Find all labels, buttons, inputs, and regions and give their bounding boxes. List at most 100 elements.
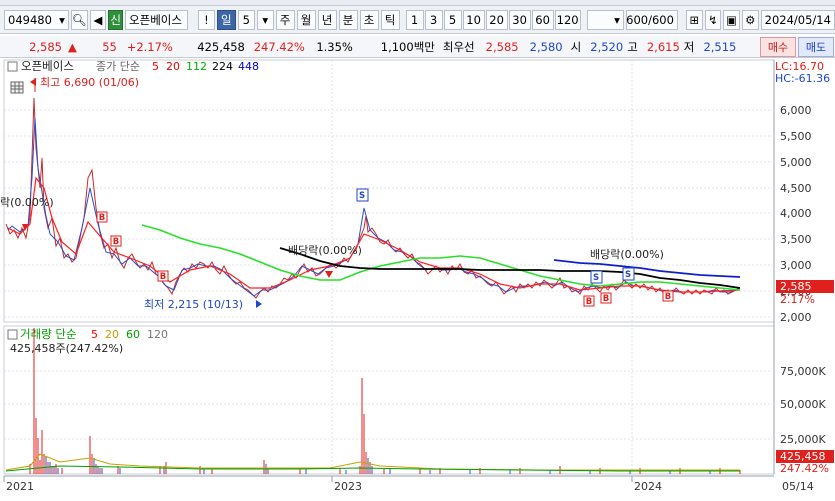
chevron-down-icon[interactable]: ▾ bbox=[59, 13, 65, 27]
turnover: 1.35% bbox=[316, 39, 353, 54]
buy-signal-marker-glyph: B bbox=[160, 272, 166, 282]
vol-ma20-label: 20 bbox=[105, 328, 119, 341]
save-icon[interactable]: ▣ bbox=[723, 9, 740, 30]
interval-button[interactable]: 30 bbox=[508, 9, 531, 30]
current-price-tag: 2,585 bbox=[780, 280, 812, 293]
buy-button[interactable]: 매수 bbox=[760, 37, 796, 57]
volume-panel-title: 거래량 단순 bbox=[20, 327, 77, 341]
volume-ratio: 247.42% bbox=[253, 39, 305, 54]
x-tick: 2023 bbox=[334, 480, 362, 493]
prefer-label: 최우선 bbox=[442, 39, 475, 54]
y-tick: 3,000 bbox=[780, 259, 812, 272]
count-field[interactable]: 600/600 bbox=[625, 9, 678, 30]
open-price: 2,520 bbox=[590, 39, 624, 54]
up-arrow-icon: ▲ bbox=[68, 39, 77, 54]
buy-signal-marker-glyph: B bbox=[99, 213, 105, 223]
y-tick: 6,000 bbox=[780, 104, 812, 117]
y-tick: 5,500 bbox=[780, 130, 812, 143]
grid-table-icon[interactable] bbox=[10, 81, 24, 94]
dividend-annotation-left: 락(0.00%) bbox=[0, 196, 54, 209]
search-icon[interactable]: 🔍︎ bbox=[70, 9, 88, 30]
x-tick: 2021 bbox=[6, 480, 34, 493]
stock-name-field[interactable]: 오픈베이스 bbox=[125, 9, 189, 30]
tab-month[interactable]: 월 bbox=[296, 9, 316, 30]
quote-bar: 2,585 ▲ 55 +2.17% 425,458 247.42% 1.35% … bbox=[0, 36, 835, 58]
y-tick: 5,000 bbox=[780, 156, 812, 169]
volume-y-axis: 75,000K 50,000K 25,000K bbox=[780, 365, 826, 446]
change-percent: +2.17% bbox=[126, 39, 173, 54]
buy-signal-marker-glyph: B bbox=[586, 297, 592, 307]
y-tick: 3,500 bbox=[780, 233, 812, 246]
ma5-label: 5 bbox=[152, 60, 159, 73]
high-annotation: 최고 6,690 (01/06) bbox=[40, 76, 139, 89]
stock-code-input[interactable]: 049480 ▾ bbox=[4, 9, 69, 30]
compare-icon[interactable]: ↯ bbox=[704, 9, 722, 30]
tab-week[interactable]: 주 bbox=[275, 9, 295, 30]
ma-label: 종가 단순 bbox=[96, 60, 140, 73]
hc-label: HC:-61.36 bbox=[775, 72, 830, 85]
sell-signal-marker-glyph: S bbox=[359, 191, 365, 201]
tab-day[interactable]: 일 bbox=[216, 9, 236, 30]
y-tick: 4,000 bbox=[780, 207, 812, 220]
ma448-label: 448 bbox=[238, 60, 259, 73]
high-price: 2,615 bbox=[646, 39, 680, 54]
alert-icon[interactable]: ! bbox=[198, 9, 215, 30]
sell-button[interactable]: 매도 bbox=[798, 37, 834, 57]
vol-y-tick: 75,000K bbox=[780, 365, 826, 378]
interval-buttons: 1 3 5 10 20 30 60 120 bbox=[405, 9, 581, 30]
date-field[interactable]: 2024/05/14 bbox=[760, 9, 835, 30]
current-volume-pct: 247.42% bbox=[780, 462, 829, 475]
dividend-annotation-right: 배당락(0.00%) bbox=[590, 248, 664, 261]
vol-ma120-label: 120 bbox=[147, 328, 168, 341]
tab-second[interactable]: 초 bbox=[359, 9, 379, 30]
interval-button[interactable]: 20 bbox=[485, 9, 508, 30]
count-value: 600 bbox=[626, 12, 649, 27]
ma112-label: 112 bbox=[186, 60, 207, 73]
ma224-label: 224 bbox=[212, 60, 233, 73]
buy-signal-marker-glyph: B bbox=[113, 237, 119, 247]
buy-signal-marker-glyph: B bbox=[603, 294, 609, 304]
interval-button[interactable]: 1 bbox=[405, 9, 424, 30]
collapse-icon[interactable] bbox=[7, 329, 18, 340]
price-change: 55 bbox=[102, 39, 117, 54]
interval-dropdown[interactable]: ▾ bbox=[586, 9, 624, 30]
current-price: 2,585 bbox=[29, 39, 62, 54]
settings-icon[interactable]: ⚙ bbox=[741, 9, 759, 30]
interval-button[interactable]: 120 bbox=[554, 9, 581, 30]
price-panel-title: 오픈베이스 bbox=[21, 59, 74, 73]
sell-signal-marker-glyph: S bbox=[625, 270, 631, 280]
vol-ma5-label: 5 bbox=[91, 328, 98, 341]
type-badge: 신 bbox=[108, 9, 124, 30]
tab-minute[interactable]: 분 bbox=[338, 9, 358, 30]
current-pct-tag: 2.17% bbox=[780, 293, 815, 306]
interval-button[interactable]: 3 bbox=[424, 9, 443, 30]
tab-year[interactable]: 년 bbox=[317, 9, 337, 30]
volume-annotation: 425,458주(247.42%) bbox=[10, 342, 123, 355]
dividend-annotation-mid: 배당락(0.00%) bbox=[288, 244, 362, 257]
low-label: 저 bbox=[683, 39, 695, 54]
y-tick: 4,500 bbox=[780, 182, 812, 195]
vol-y-tick: 25,000K bbox=[780, 433, 826, 446]
chevron-down-icon[interactable]: ▾ bbox=[256, 9, 274, 30]
interval-button[interactable]: 10 bbox=[462, 9, 485, 30]
interval-button[interactable]: 5 bbox=[443, 9, 462, 30]
tab-tick[interactable]: 틱 bbox=[380, 9, 400, 30]
ask-price: 2,585 bbox=[485, 39, 519, 54]
candle-icon[interactable]: ⊞ bbox=[685, 9, 703, 30]
collapse-icon[interactable] bbox=[7, 61, 18, 72]
ma20-label: 20 bbox=[166, 60, 180, 73]
sell-signal-marker-glyph: S bbox=[593, 273, 599, 283]
low-price: 2,515 bbox=[703, 39, 737, 54]
chart-area[interactable]: 오픈베이스 종가 단순 5 20 112 224 448 LC:16.70 HC… bbox=[0, 58, 835, 498]
period-num[interactable]: 5 bbox=[237, 9, 255, 30]
stock-code-value: 049480 bbox=[8, 12, 52, 27]
buy-signal-marker-glyph: B bbox=[665, 292, 671, 302]
speaker-icon[interactable]: ◀ bbox=[89, 9, 107, 30]
y-tick: 2,000 bbox=[780, 311, 812, 324]
vol-ma60-label: 60 bbox=[126, 328, 140, 341]
count-total: /600 bbox=[648, 12, 674, 27]
low-annotation: 최저 2,215 (10/13) bbox=[144, 298, 243, 311]
x-tick: 2024 bbox=[634, 480, 662, 493]
trade-amount: 1,100백만 bbox=[380, 39, 435, 54]
interval-button[interactable]: 60 bbox=[531, 9, 554, 30]
